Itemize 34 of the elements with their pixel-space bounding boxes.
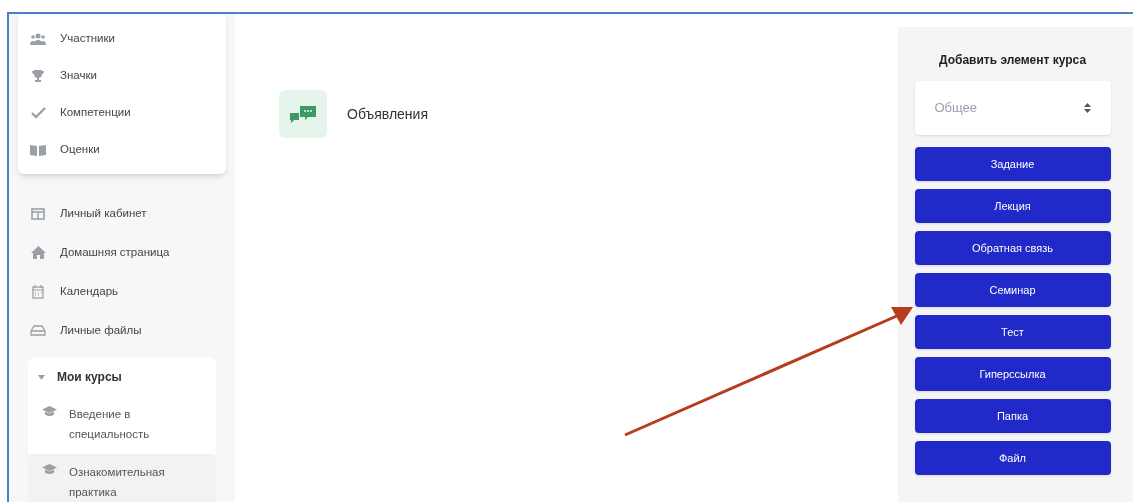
sort-icon — [1083, 103, 1091, 113]
activity-link[interactable]: Объявления — [347, 103, 428, 125]
add-activity-button[interactable]: Лекция — [914, 189, 1111, 223]
add-activity-button[interactable]: Семинар — [914, 273, 1111, 307]
panel-title: Добавить элемент курса — [938, 52, 1087, 69]
section-heading[interactable]: Мои курсы — [57, 368, 122, 386]
menu-item[interactable]: Календарь — [18, 272, 226, 311]
menu-item[interactable]: Личные файлы — [18, 311, 226, 350]
book-icon — [30, 143, 46, 156]
menu-item[interactable]: Значки — [18, 57, 226, 94]
course-link[interactable]: Ознакомительная практика — [28, 454, 216, 502]
calendar-icon — [32, 284, 44, 299]
trophy-icon — [31, 68, 45, 83]
course-link[interactable]: Введение в специальность — [28, 396, 216, 452]
add-activity-button[interactable]: Тест — [914, 315, 1111, 349]
menu-item[interactable]: Домашняя страница — [18, 233, 226, 272]
forum-icon — [279, 90, 327, 138]
menu-item[interactable]: Оценки — [18, 131, 226, 168]
home-icon — [30, 246, 46, 259]
add-activity-button[interactable]: Гиперссылка — [914, 357, 1111, 391]
check-icon — [30, 106, 46, 119]
menu-item[interactable]: Личный кабинет — [18, 194, 226, 233]
graduation-cap-icon — [42, 406, 57, 417]
menu-item[interactable]: Участники — [18, 20, 226, 57]
caret-icon[interactable] — [38, 374, 45, 380]
menu-item[interactable]: Компетенции — [18, 94, 226, 131]
add-activity-button[interactable]: Файл — [914, 441, 1111, 475]
dashboard-icon — [31, 207, 45, 220]
add-activity-button[interactable]: Задание — [914, 147, 1111, 181]
people-icon — [30, 32, 46, 45]
add-activity-button[interactable]: Папка — [914, 399, 1111, 433]
graduation-cap-icon — [42, 464, 57, 475]
drive-icon — [30, 325, 46, 336]
add-activity-button[interactable]: Обратная связь — [914, 231, 1111, 265]
